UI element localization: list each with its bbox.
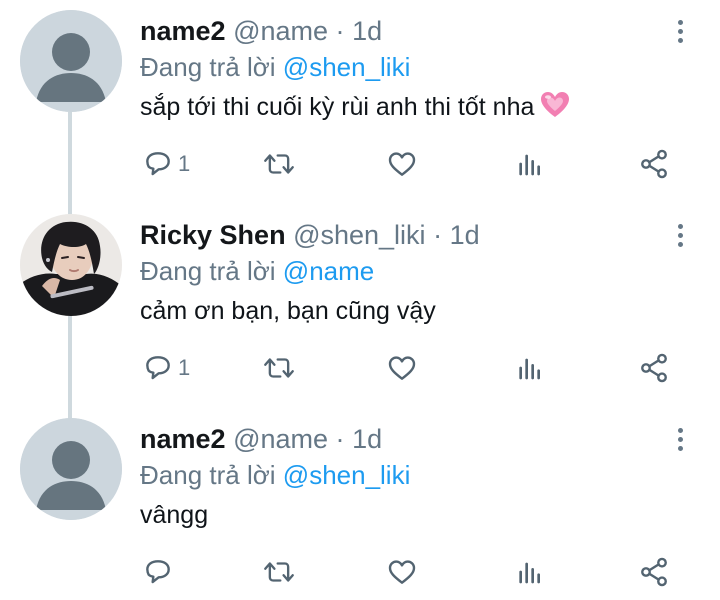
display-name[interactable]: name2 (140, 424, 226, 454)
tweet-text: cảm ơn bạn, bạn cũng vậy (140, 297, 436, 325)
retweet-icon (264, 562, 294, 582)
more-options-icon[interactable] (670, 16, 690, 50)
reply-button[interactable]: 1 (142, 350, 190, 386)
tweet-header: name2 @name · 1d (140, 14, 660, 48)
views-button[interactable] (514, 554, 546, 590)
replying-to-label: Đang trả lời (140, 52, 276, 82)
mention-link[interactable]: @shen_liki (283, 460, 411, 490)
separator-dot: · (335, 424, 345, 454)
tweet-text: sắp tới thi cuối kỳ rùi anh thi tốt nha (140, 90, 660, 128)
more-options-icon[interactable] (670, 424, 690, 458)
views-button[interactable] (514, 146, 546, 182)
retweet-icon (264, 358, 294, 378)
share-button[interactable] (638, 554, 670, 590)
like-icon (388, 560, 416, 584)
default-avatar-icon (20, 418, 122, 520)
retweet-button[interactable] (262, 146, 296, 182)
replying-to: Đang trả lời @name (140, 254, 660, 288)
display-name[interactable]: name2 (140, 16, 226, 46)
tweet-header: name2 @name · 1d (140, 422, 660, 456)
user-handle[interactable]: @name (233, 424, 328, 454)
timestamp[interactable]: 1d (352, 16, 382, 46)
mention-link[interactable]: @name (283, 256, 374, 286)
views-icon (519, 154, 540, 176)
views-icon (519, 562, 540, 584)
timestamp[interactable]: 1d (450, 220, 480, 250)
user-handle[interactable]: @name (233, 16, 328, 46)
replying-to-label: Đang trả lời (140, 256, 276, 286)
reply-icon (146, 560, 170, 584)
tweet-actions: 1 (140, 146, 680, 182)
views-button[interactable] (514, 350, 546, 386)
default-avatar-icon (20, 10, 122, 112)
user-handle[interactable]: @shen_liki (293, 220, 425, 250)
reply-icon (146, 356, 170, 380)
profile-photo (20, 214, 122, 316)
mention-link[interactable]: @shen_liki (283, 52, 411, 82)
tweet-actions (140, 554, 680, 590)
avatar[interactable] (20, 418, 122, 520)
retweet-button[interactable] (262, 350, 296, 386)
avatar[interactable] (20, 10, 122, 112)
share-button[interactable] (638, 350, 670, 386)
reply-button[interactable]: 1 (142, 146, 190, 182)
reply-count: 1 (178, 151, 191, 176)
separator-dot: · (433, 220, 443, 250)
retweet-icon (264, 154, 294, 174)
views-icon (519, 358, 540, 380)
reply-button[interactable] (142, 554, 174, 590)
like-button[interactable] (386, 146, 418, 182)
timestamp[interactable]: 1d (352, 424, 382, 454)
replying-to-label: Đang trả lời (140, 460, 276, 490)
retweet-button[interactable] (262, 554, 296, 590)
reply-icon (146, 152, 170, 176)
replying-to: Đang trả lời @shen_liki (140, 50, 660, 84)
tweet-actions: 1 (140, 350, 680, 386)
like-button[interactable] (386, 554, 418, 590)
separator-dot: · (335, 16, 345, 46)
replying-to: Đang trả lời @shen_liki (140, 458, 660, 492)
share-icon (641, 149, 667, 179)
display-name[interactable]: Ricky Shen (140, 220, 286, 250)
more-options-icon[interactable] (670, 220, 690, 254)
tweet-text: vângg (140, 501, 209, 529)
tweet-text-content: sắp tới thi cuối kỳ rùi anh thi tốt nha (140, 93, 535, 121)
like-button[interactable] (386, 350, 418, 386)
tweet-header: Ricky Shen @shen_liki · 1d (140, 218, 660, 252)
share-button[interactable] (638, 146, 670, 182)
reply-thread: name2 @name · 1d Đang trả lời @shen_liki… (0, 0, 720, 600)
like-icon (388, 152, 416, 176)
avatar[interactable] (20, 214, 122, 316)
share-icon (641, 557, 667, 587)
reply-count: 1 (178, 355, 191, 380)
like-icon (388, 356, 416, 380)
share-icon (641, 353, 667, 383)
pink-heart-emoji (540, 91, 570, 128)
